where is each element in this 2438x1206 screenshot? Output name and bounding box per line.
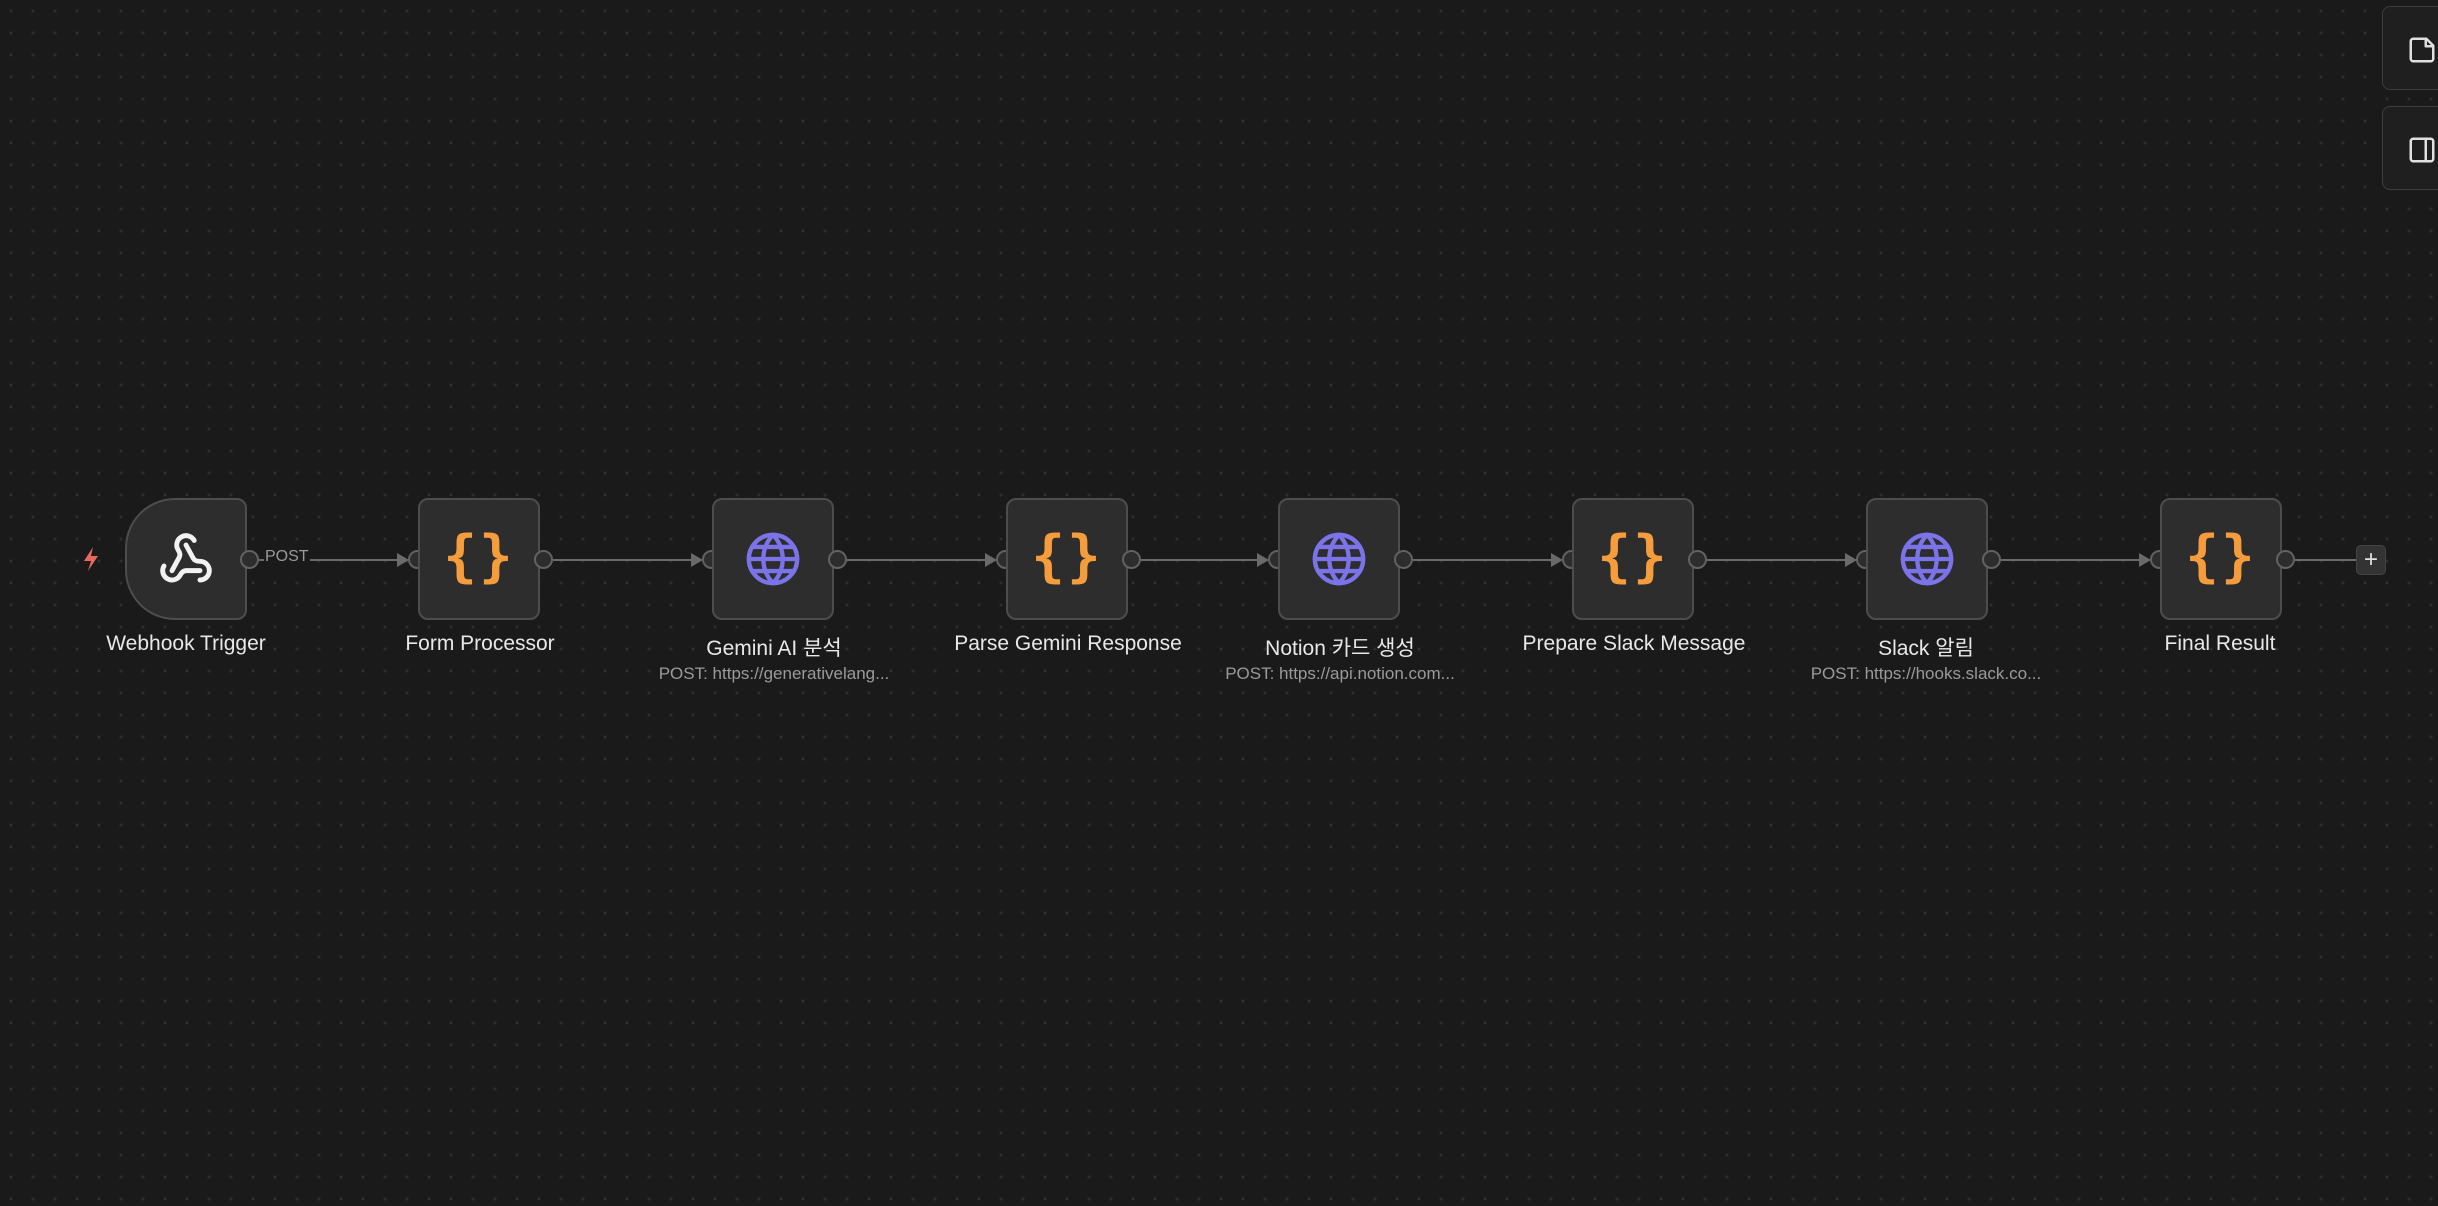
node-5-output-handle[interactable] bbox=[1394, 550, 1413, 569]
node-notion-card[interactable] bbox=[1278, 498, 1400, 620]
node-prepare-slack-message[interactable]: {} bbox=[1572, 498, 1694, 620]
node-form-processor[interactable]: {} bbox=[418, 498, 540, 620]
panel-right-icon bbox=[2409, 137, 2435, 163]
code-braces-icon: {} bbox=[1031, 524, 1103, 589]
trigger-bolt-icon bbox=[84, 547, 98, 571]
node-subtitle: POST: https://api.notion.com... bbox=[1225, 664, 1455, 683]
node-2-output-handle[interactable] bbox=[534, 550, 553, 569]
node-8-output-handle[interactable] bbox=[2276, 550, 2295, 569]
code-braces-icon: {} bbox=[2185, 524, 2257, 589]
node-7-output-handle[interactable] bbox=[1982, 550, 2001, 569]
globe-icon bbox=[746, 532, 800, 586]
node-label: Prepare Slack Message bbox=[1522, 632, 1746, 655]
workflow-canvas[interactable]: POST Webhook Trigger {} Form Processor G… bbox=[0, 0, 2438, 1206]
node-parse-gemini-response[interactable]: {} bbox=[1006, 498, 1128, 620]
node-label: Webhook Trigger bbox=[106, 632, 266, 655]
code-braces-icon: {} bbox=[443, 524, 515, 589]
connections-layer bbox=[259, 553, 2356, 567]
node-label: Final Result bbox=[2164, 632, 2276, 655]
node-6-output-handle[interactable] bbox=[1688, 550, 1707, 569]
node-webhook-trigger[interactable] bbox=[125, 498, 247, 620]
add-node-button[interactable]: + bbox=[2356, 545, 2386, 575]
node-final-result[interactable]: {} bbox=[2160, 498, 2282, 620]
edge-label-post: POST bbox=[264, 548, 310, 566]
node-3-output-handle[interactable] bbox=[828, 550, 847, 569]
add-sticky-note-button[interactable] bbox=[2382, 6, 2438, 90]
node-subtitle: POST: https://generativelang... bbox=[658, 664, 890, 683]
globe-icon bbox=[1900, 532, 1954, 586]
node-1-output-handle[interactable] bbox=[240, 550, 259, 569]
node-label: Form Processor bbox=[405, 632, 555, 655]
sticky-note-icon bbox=[2409, 37, 2435, 63]
node-gemini-ai[interactable] bbox=[712, 498, 834, 620]
node-label: Slack 알림 bbox=[1878, 637, 1974, 660]
node-label: Gemini AI 분석 bbox=[706, 637, 842, 660]
globe-icon bbox=[1312, 532, 1366, 586]
node-slack-notify[interactable] bbox=[1866, 498, 1988, 620]
code-braces-icon: {} bbox=[1597, 524, 1669, 589]
toggle-panel-button[interactable] bbox=[2382, 106, 2438, 190]
node-label: Notion 카드 생성 bbox=[1265, 637, 1415, 660]
node-subtitle: POST: https://hooks.slack.co... bbox=[1810, 664, 2042, 683]
node-4-output-handle[interactable] bbox=[1122, 550, 1141, 569]
webhook-icon bbox=[160, 533, 212, 583]
